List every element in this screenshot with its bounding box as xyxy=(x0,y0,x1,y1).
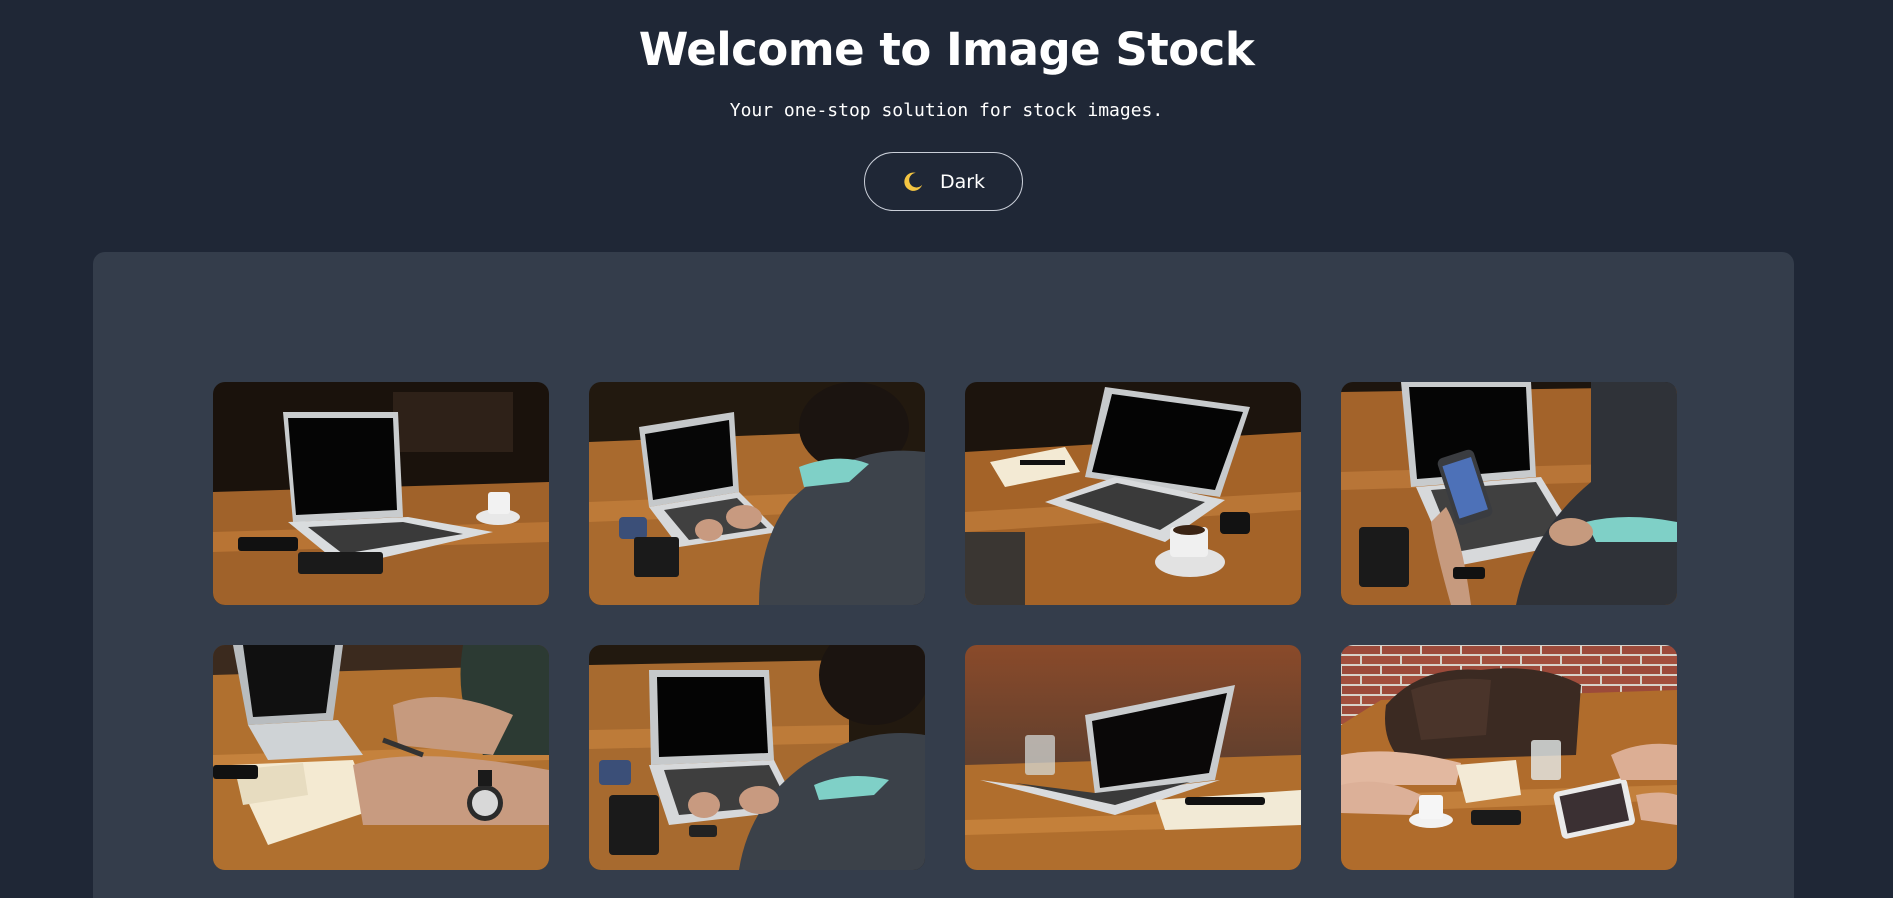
gallery-image-6[interactable] xyxy=(589,645,925,870)
moon-icon xyxy=(902,171,924,193)
gallery-image-2[interactable] xyxy=(589,382,925,605)
gallery-image-7[interactable] xyxy=(965,645,1301,870)
gallery-image-5[interactable] xyxy=(213,645,549,870)
gallery-panel xyxy=(93,252,1794,898)
theme-toggle-button[interactable]: Dark xyxy=(864,152,1023,211)
page: Welcome to Image Stock Your one-stop sol… xyxy=(0,0,1893,898)
gallery-image-3[interactable] xyxy=(965,382,1301,605)
gallery-image-4[interactable] xyxy=(1341,382,1677,605)
page-subtitle: Your one-stop solution for stock images. xyxy=(729,100,1164,121)
theme-toggle-label: Dark xyxy=(939,170,986,193)
image-grid xyxy=(213,382,1677,870)
page-title: Welcome to Image Stock xyxy=(638,23,1255,76)
gallery-image-8[interactable] xyxy=(1341,645,1677,870)
gallery-image-1[interactable] xyxy=(213,382,549,605)
